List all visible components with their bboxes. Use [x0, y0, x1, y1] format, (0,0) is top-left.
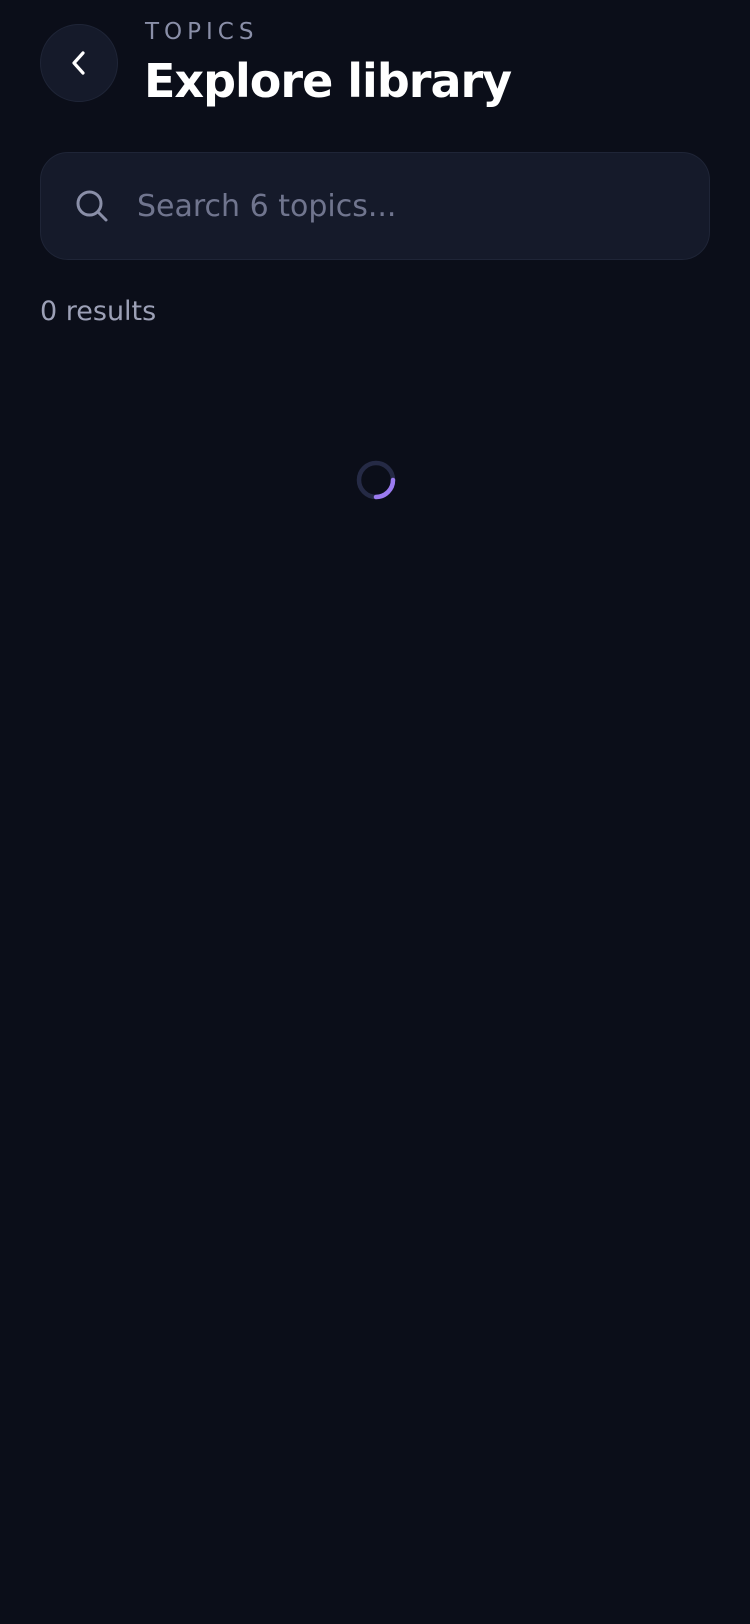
page-title: Explore library	[144, 54, 512, 108]
page-header: TOPICS Explore library	[0, 0, 750, 130]
search-bar[interactable]	[40, 152, 710, 260]
loading-spinner-icon	[356, 460, 396, 500]
results-count: 0 results	[40, 296, 157, 327]
section-eyebrow: TOPICS	[145, 19, 259, 45]
search-input[interactable]	[133, 177, 687, 235]
back-button[interactable]	[40, 24, 118, 102]
chevron-left-icon	[72, 51, 85, 75]
search-icon	[76, 190, 108, 222]
